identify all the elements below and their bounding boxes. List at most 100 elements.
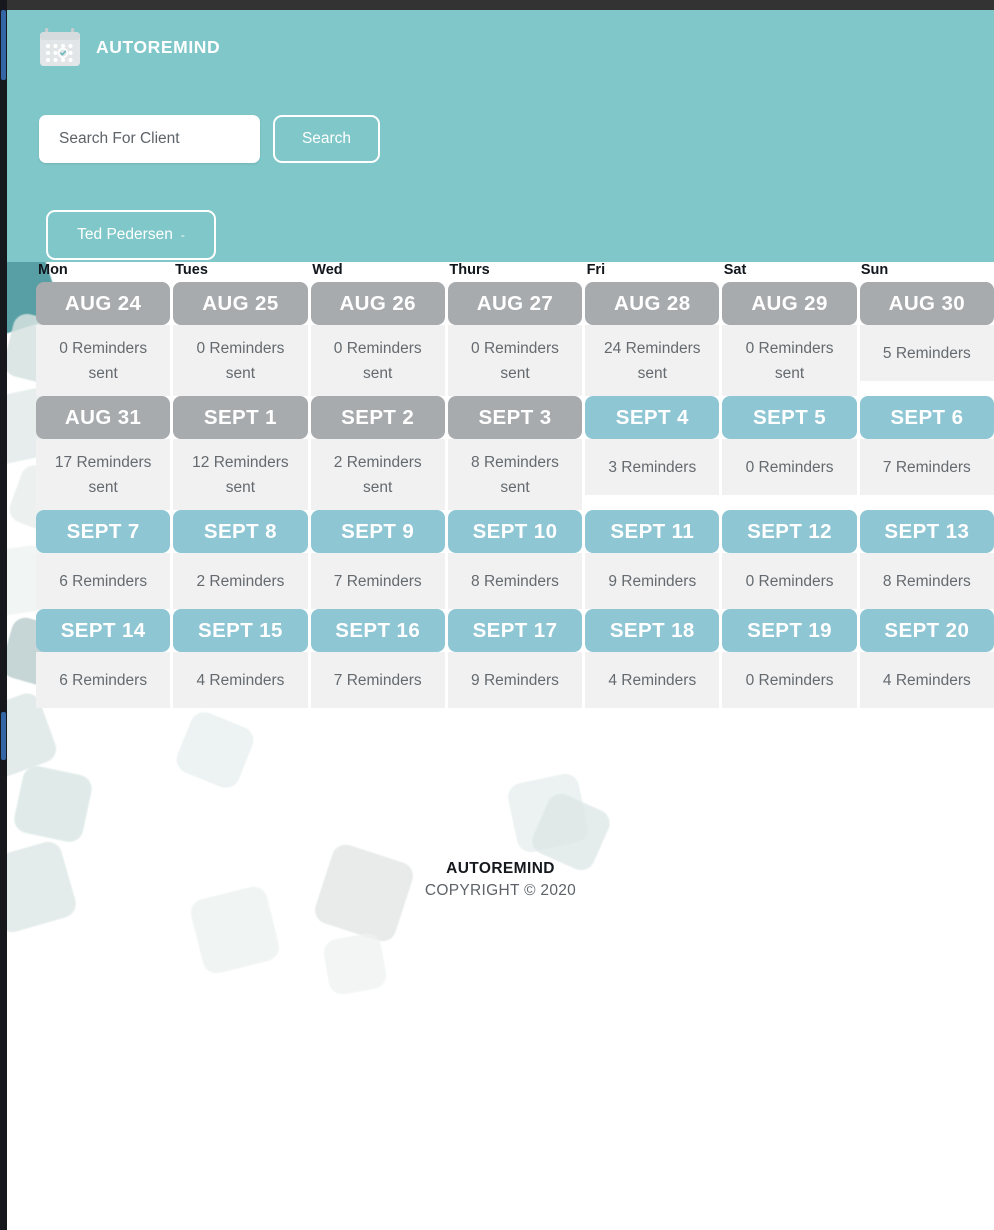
day-of-week-header: Fri <box>586 262 606 278</box>
calendar-day-cell[interactable]: SEPT 1 12 Reminders sent <box>173 396 308 511</box>
day-reminder-summary: 0 Reminders sent <box>173 325 308 397</box>
search-button[interactable]: Search <box>273 115 380 163</box>
day-date-pill[interactable]: SEPT 1 <box>173 396 308 440</box>
day-of-week-header-row: Mon Tues Wed Thurs Fri Sat Sun <box>36 262 994 278</box>
calendar-day-cell[interactable]: SEPT 7 6 Reminders <box>36 510 171 610</box>
reminder-count-text: 0 Reminders <box>745 573 834 591</box>
day-reminder-summary: 8 Reminders <box>447 553 583 610</box>
day-date-pill[interactable]: SEPT 20 <box>859 609 994 653</box>
calendar-day-cell[interactable]: SEPT 19 0 Reminders <box>722 609 857 709</box>
app-header: AUTOREMIND Search Ted Pedersen - <box>7 10 994 262</box>
calendar-day-cell[interactable]: SEPT 5 0 Reminders <box>722 396 857 510</box>
reminder-sent-suffix: sent <box>500 479 530 497</box>
day-date-pill[interactable]: SEPT 17 <box>447 609 583 653</box>
day-date-pill[interactable]: SEPT 12 <box>722 510 857 554</box>
day-date-pill[interactable]: SEPT 6 <box>859 396 994 440</box>
day-date-pill[interactable]: SEPT 18 <box>585 609 720 653</box>
calendar-day-cell[interactable]: AUG 25 0 Reminders sent <box>173 282 308 397</box>
reminder-count-text: 8 Reminders <box>471 573 559 591</box>
day-date-pill[interactable]: AUG 27 <box>447 282 583 325</box>
reminder-count-text: 9 Reminders <box>608 573 697 591</box>
browser-top-bar <box>0 0 994 10</box>
footer-title: AUTOREMIND <box>446 860 555 877</box>
day-date-pill[interactable]: AUG 29 <box>722 282 857 325</box>
calendar-day-cell[interactable]: SEPT 3 8 Reminders sent <box>447 396 583 511</box>
calendar-day-cell[interactable]: SEPT 2 2 Reminders sent <box>310 396 445 511</box>
day-reminder-summary: 7 Reminders <box>310 553 445 610</box>
calendar-week-row: AUG 24 0 Reminders sent AUG 25 0 Reminders se… <box>36 282 994 397</box>
day-date-pill[interactable]: AUG 31 <box>36 396 171 440</box>
day-date-pill[interactable]: SEPT 15 <box>173 609 308 653</box>
day-date-pill[interactable]: SEPT 9 <box>310 510 445 554</box>
calendar-day-cell[interactable]: SEPT 11 9 Reminders <box>585 510 720 610</box>
decorative-square <box>11 763 95 845</box>
reminder-count-text: 7 Reminders <box>333 672 422 690</box>
day-reminder-summary: 7 Reminders <box>310 652 445 709</box>
day-reminder-summary: 24 Reminders sent <box>585 325 720 397</box>
calendar-week-row: SEPT 14 6 Reminders SEPT 15 4 Reminders SEPT… <box>36 609 994 709</box>
calendar-day-cell[interactable]: SEPT 9 7 Reminders <box>310 510 445 610</box>
calendar-day-cell[interactable]: SEPT 10 8 Reminders <box>447 510 583 610</box>
brand-name: AUTOREMIND <box>96 36 221 57</box>
calendar-day-cell[interactable]: AUG 30 5 Reminders <box>859 282 994 396</box>
day-date-pill[interactable]: SEPT 19 <box>722 609 857 653</box>
day-date-pill[interactable]: SEPT 3 <box>447 396 583 440</box>
day-date-pill[interactable]: SEPT 16 <box>310 609 445 653</box>
calendar-day-cell[interactable]: SEPT 15 4 Reminders <box>173 609 308 709</box>
decorative-square <box>321 931 389 997</box>
calendar-day-cell[interactable]: AUG 24 0 Reminders sent <box>36 282 171 397</box>
calendar-day-cell[interactable]: SEPT 12 0 Reminders <box>722 510 857 610</box>
calendar-day-cell[interactable]: SEPT 14 6 Reminders <box>36 609 171 709</box>
calendar-day-cell[interactable]: SEPT 13 8 Reminders <box>859 510 994 610</box>
calendar-day-cell[interactable]: AUG 29 0 Reminders sent <box>722 282 857 397</box>
calendar-day-cell[interactable]: SEPT 4 3 Reminders <box>585 396 720 510</box>
calendar-day-cell[interactable]: AUG 31 17 Reminders sent <box>36 396 171 511</box>
reminder-sent-suffix: sent <box>225 365 256 383</box>
day-date-pill[interactable]: SEPT 8 <box>173 510 308 554</box>
day-date-pill[interactable]: AUG 26 <box>310 282 445 325</box>
scrollbar-thumb-top[interactable] <box>1 10 6 80</box>
calendar-day-cell[interactable]: AUG 26 0 Reminders sent <box>310 282 445 397</box>
day-reminder-summary: 9 Reminders <box>585 553 720 610</box>
day-date-pill[interactable]: SEPT 5 <box>722 396 857 440</box>
day-date-pill[interactable]: SEPT 4 <box>585 396 720 440</box>
browser-left-edge <box>0 0 7 1230</box>
reminder-count-text: 7 Reminders <box>882 459 971 477</box>
calendar-day-cell[interactable]: SEPT 17 9 Reminders <box>447 609 583 709</box>
day-date-pill[interactable]: SEPT 2 <box>310 396 445 440</box>
day-of-week-header: Mon <box>38 262 68 278</box>
reminder-count-text: 8 Reminders <box>471 454 559 472</box>
calendar-day-cell[interactable]: SEPT 18 4 Reminders <box>585 609 720 709</box>
reminder-count-text: 7 Reminders <box>333 573 422 591</box>
reminder-sent-suffix: sent <box>225 479 256 497</box>
day-date-pill[interactable]: AUG 30 <box>859 282 994 325</box>
day-date-pill[interactable]: AUG 25 <box>173 282 308 325</box>
calendar-day-cell[interactable]: SEPT 16 7 Reminders <box>310 609 445 709</box>
reminder-count-text: 17 Reminders <box>54 454 152 472</box>
day-date-pill[interactable]: SEPT 14 <box>36 609 171 653</box>
reminder-count-text: 0 Reminders <box>59 340 148 357</box>
day-date-pill[interactable]: AUG 28 <box>585 282 720 325</box>
reminder-count-text: 2 Reminders <box>333 454 422 472</box>
calendar-day-cell[interactable]: SEPT 8 2 Reminders <box>173 510 308 610</box>
calendar-day-cell[interactable]: SEPT 20 4 Reminders <box>859 609 994 709</box>
calendar-day-cell[interactable]: AUG 28 24 Reminders sent <box>585 282 720 397</box>
scrollbar-thumb-middle[interactable] <box>1 712 6 760</box>
brand[interactable]: AUTOREMIND <box>38 26 220 68</box>
search-input[interactable] <box>39 115 260 163</box>
day-reminder-summary: 6 Reminders <box>36 652 171 709</box>
day-date-pill[interactable]: SEPT 7 <box>36 510 171 554</box>
day-reminder-summary: 8 Reminders sent <box>447 439 583 511</box>
reminder-count-text: 12 Reminders <box>192 454 289 472</box>
day-date-pill[interactable]: SEPT 13 <box>859 510 994 554</box>
calendar-day-cell[interactable]: AUG 27 0 Reminders sent <box>447 282 583 397</box>
calendar-day-cell[interactable]: SEPT 6 7 Reminders <box>859 396 994 510</box>
day-date-pill[interactable]: SEPT 11 <box>585 510 720 554</box>
day-reminder-summary: 9 Reminders <box>447 652 583 709</box>
reminder-count-text: 0 Reminders <box>196 340 285 357</box>
app-page: AUTOREMIND Search Ted Pedersen - Mon Tues… <box>0 0 994 1230</box>
day-date-pill[interactable]: AUG 24 <box>36 282 171 325</box>
user-menu-button[interactable]: Ted Pedersen - <box>46 210 216 260</box>
day-reminder-summary: 4 Reminders <box>173 652 308 709</box>
day-date-pill[interactable]: SEPT 10 <box>447 510 583 554</box>
